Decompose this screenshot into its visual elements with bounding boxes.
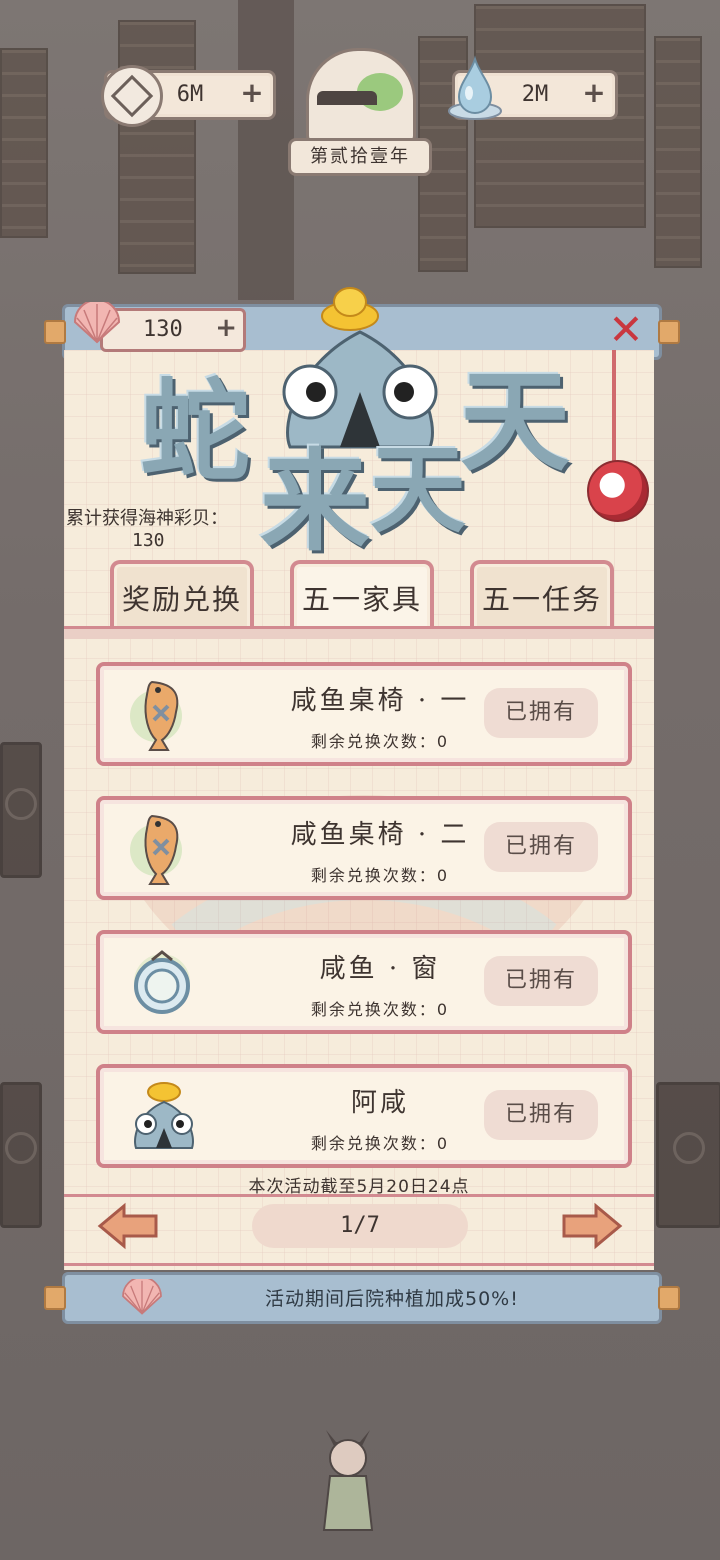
- owned-button[interactable]: 已拥有: [484, 956, 598, 1006]
- owned-button[interactable]: 已拥有: [484, 1090, 598, 1140]
- title-char: 来: [260, 437, 370, 566]
- year-badge[interactable]: 第贰拾壹年: [288, 48, 432, 176]
- list-item: 咸鱼桌椅 · 二 剩余兑换次数：0 已拥有: [96, 796, 632, 900]
- owned-button[interactable]: 已拥有: [484, 688, 598, 738]
- item-name: 咸鱼 · 窗: [319, 954, 441, 984]
- item-name: 咸鱼桌椅 · 二: [290, 820, 470, 850]
- bonus-text: 活动期间后院种植加成50%!: [265, 1288, 519, 1310]
- event-title-art: 蛇 来 天 天: [140, 282, 580, 566]
- item-remaining: 剩余兑换次数：0: [310, 866, 450, 885]
- courtyard-icon: [306, 48, 416, 144]
- bonus-banner: 活动期间后院种植加成50%!: [62, 1272, 662, 1324]
- tab-underline: [64, 626, 654, 639]
- cabinet: [0, 742, 42, 878]
- title-char: 天: [370, 433, 466, 546]
- item-name: 阿咸: [350, 1088, 409, 1118]
- title-char: 蛇: [140, 367, 250, 496]
- coin-value: 6M: [176, 82, 204, 107]
- wooden-pillar: [238, 0, 294, 300]
- scroll-end-left: [44, 320, 66, 344]
- seashell-icon: [73, 302, 121, 344]
- fish-mascot-icon: [134, 1082, 194, 1149]
- window-shutter: [0, 48, 48, 238]
- salted-fish-icon: [130, 680, 182, 751]
- title-char: 天: [460, 357, 570, 486]
- add-water-button[interactable]: +: [581, 79, 607, 107]
- window-shutter: [654, 36, 702, 268]
- prev-page-button[interactable]: [96, 1202, 160, 1250]
- hanging-ball-icon: [587, 460, 649, 522]
- close-button[interactable]: ✕: [606, 309, 646, 351]
- round-window-icon: [134, 950, 190, 1014]
- item-remaining: 剩余兑换次数：0: [310, 1000, 450, 1019]
- owned-button[interactable]: 已拥有: [484, 822, 598, 872]
- page-indicator: 1/7: [252, 1204, 468, 1248]
- scroll-end-right: [658, 320, 680, 344]
- water-value: 2M: [521, 82, 549, 107]
- window-shutter: [118, 20, 196, 274]
- tab-reward-exchange[interactable]: 奖励兑换: [110, 560, 254, 630]
- cabinet: [0, 1082, 42, 1228]
- water-counter: 2M +: [448, 55, 618, 120]
- item-name: 咸鱼桌椅 · 一: [290, 686, 470, 716]
- item-remaining: 剩余兑换次数：0: [310, 1134, 450, 1153]
- character-sprite: [322, 1430, 374, 1531]
- seashell-icon: [122, 1279, 162, 1315]
- item-remaining: 剩余兑换次数：0: [310, 732, 450, 751]
- total-shells-label: 累计获得海神彩贝：: [66, 508, 228, 529]
- scroll-end-right: [658, 1286, 680, 1310]
- hanging-string: [612, 350, 616, 462]
- cabinet: [656, 1082, 720, 1228]
- list-item: 咸鱼 · 窗 剩余兑换次数：0 已拥有: [96, 930, 632, 1034]
- coin-counter: 6M +: [101, 65, 276, 127]
- list-item: 咸鱼桌椅 · 一 剩余兑换次数：0 已拥有: [96, 662, 632, 766]
- next-page-button[interactable]: [560, 1202, 624, 1250]
- salted-fish-icon: [130, 814, 182, 885]
- tab-mayday-tasks[interactable]: 五一任务: [470, 560, 614, 630]
- tab-mayday-furniture[interactable]: 五一家具: [290, 560, 434, 636]
- add-coins-button[interactable]: +: [239, 79, 265, 107]
- list-item: 阿咸 剩余兑换次数：0 已拥有: [96, 1064, 632, 1168]
- year-label: 第贰拾壹年: [288, 138, 432, 176]
- total-shells-value: 130: [132, 530, 165, 551]
- scroll-end-left: [44, 1286, 66, 1310]
